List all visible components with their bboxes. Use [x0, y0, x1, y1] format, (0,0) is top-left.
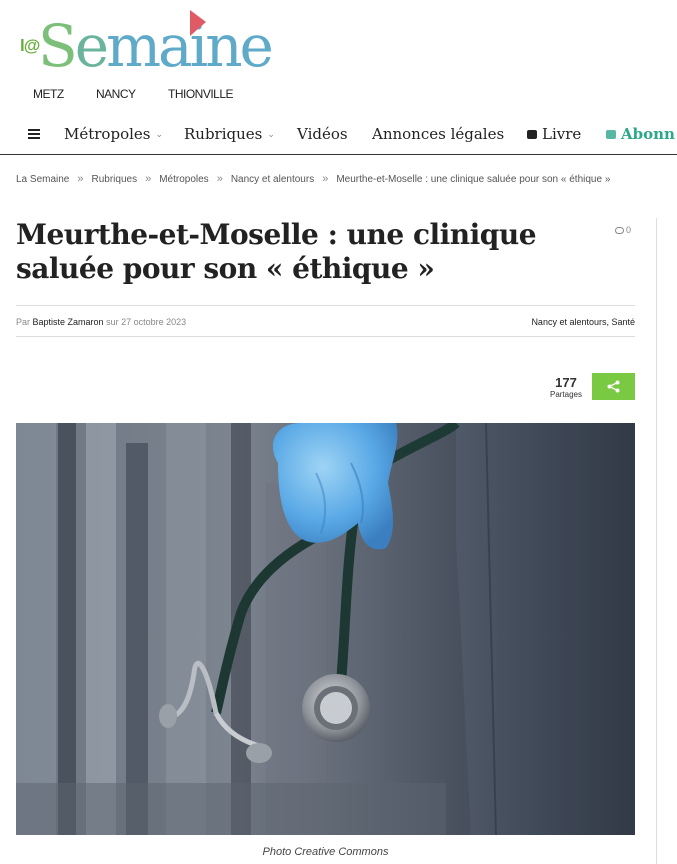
- shopping-bag-icon: [527, 130, 537, 139]
- chevron-down-icon: ⌄: [267, 130, 275, 140]
- sidebar-divider: [656, 218, 657, 864]
- breadcrumb-item[interactable]: Métropoles: [159, 174, 208, 185]
- share-icon: [607, 380, 620, 393]
- city-link-metz[interactable]: METZ: [33, 87, 64, 101]
- double-chevron-right-icon: »: [322, 173, 329, 185]
- logo-prefix: l@: [20, 36, 40, 55]
- site-logo[interactable]: l@ Semaine: [18, 10, 278, 82]
- by-label: Par: [16, 317, 31, 327]
- share-label: Partages: [549, 390, 583, 399]
- logo-word: Semaine: [38, 12, 274, 80]
- breadcrumb: La Semaine » Rubriques » Métropoles » Nancy et…: [16, 173, 610, 185]
- double-chevron-right-icon: »: [77, 173, 84, 185]
- chevron-down-icon: ⌄: [155, 130, 164, 140]
- article-categories[interactable]: Nancy et alentours, Santé: [531, 317, 635, 327]
- breadcrumb-item[interactable]: La Semaine: [16, 174, 69, 185]
- share-counter: 177 Partages: [546, 375, 586, 400]
- nav-item-annonces-legales[interactable]: Annonces légales: [372, 125, 504, 143]
- publish-date: 27 octobre 2023: [121, 317, 187, 327]
- nav-item-livre[interactable]: Livre: [527, 125, 581, 143]
- share-count: 177: [555, 375, 577, 390]
- share-button[interactable]: [592, 373, 635, 400]
- comment-count: 0: [626, 225, 632, 235]
- article-title: Meurthe-et-Moselle : une clinique saluée…: [16, 218, 537, 285]
- nav-item-metropoles[interactable]: Métropoles ⌄: [64, 125, 163, 143]
- city-link-nancy[interactable]: NANCY: [96, 87, 136, 101]
- comment-icon: [615, 227, 624, 235]
- breadcrumb-item[interactable]: Nancy et alentours: [231, 174, 314, 185]
- article-photo: [16, 423, 635, 835]
- double-chevron-right-icon: »: [216, 173, 223, 185]
- photo-caption: Photo Creative Commons: [262, 846, 389, 858]
- date-prefix: sur: [106, 317, 119, 327]
- double-chevron-right-icon: »: [145, 173, 152, 185]
- breadcrumb-item[interactable]: Rubriques: [92, 174, 138, 185]
- logo-flag-icon: [190, 10, 206, 36]
- hamburger-menu-icon[interactable]: [28, 129, 40, 139]
- shopping-bag-icon: [606, 130, 616, 139]
- main-nav: Métropoles ⌄ Rubriques ⌄ Vidéos Annonces l…: [0, 117, 677, 155]
- article-meta: Par Baptiste Zamaron sur 27 octobre 2023…: [16, 305, 635, 337]
- comment-count-link[interactable]: 0: [615, 225, 631, 235]
- nav-item-rubriques[interactable]: Rubriques ⌄: [184, 125, 275, 143]
- city-link-thionville[interactable]: THIONVILLE: [168, 87, 234, 101]
- nav-item-videos[interactable]: Vidéos: [297, 125, 348, 143]
- breadcrumb-current: Meurthe-et-Moselle : une clinique saluée…: [336, 174, 611, 185]
- author-link[interactable]: Baptiste Zamaron: [33, 317, 104, 327]
- nav-item-abonnement[interactable]: Abonn: [606, 125, 675, 143]
